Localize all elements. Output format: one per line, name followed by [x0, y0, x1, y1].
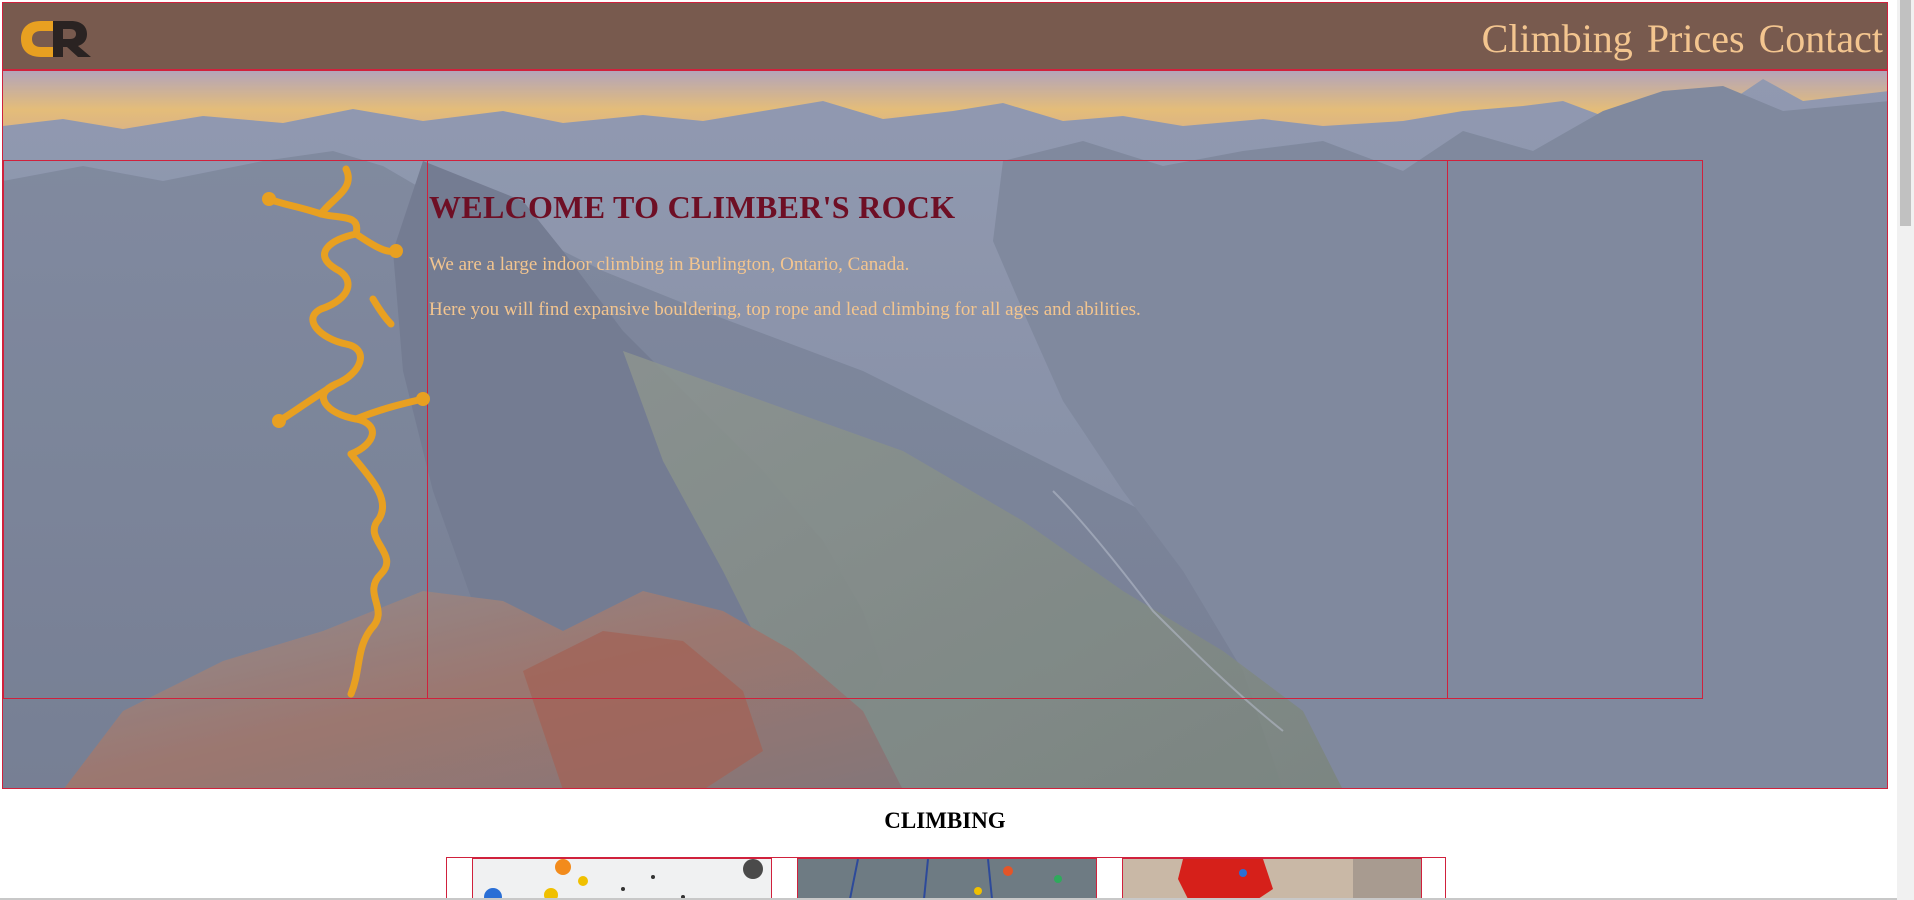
- nav-link-climbing[interactable]: Climbing: [1482, 15, 1633, 63]
- welcome-heading: WELCOME TO CLIMBER'S ROCK: [429, 189, 956, 225]
- climber-illustration: [262, 165, 430, 698]
- climbers-rock-logo[interactable]: [19, 17, 99, 61]
- page: Climbing Prices Contact WELCOME TO CLIMB…: [0, 0, 1914, 900]
- hero-text-frame: [427, 160, 1448, 699]
- hero-intro-text: We are a large indoor climbing in Burlin…: [429, 254, 910, 275]
- site-header: Climbing Prices Contact: [2, 2, 1888, 70]
- climbing-gallery: [446, 857, 1446, 900]
- scrollbar-thumb[interactable]: [1900, 0, 1911, 226]
- climbing-section-title: CLIMBING: [884, 808, 1006, 833]
- lead-climbing-wall-image[interactable]: [1122, 858, 1422, 900]
- top-rope-wall-image[interactable]: [797, 858, 1097, 900]
- nav-link-prices[interactable]: Prices: [1647, 15, 1745, 63]
- page-scrollbar[interactable]: [1897, 0, 1914, 900]
- nav-link-contact[interactable]: Contact: [1759, 15, 1883, 63]
- hero-section: WELCOME TO CLIMBER'S ROCK We are a large…: [2, 70, 1888, 789]
- bouldering-wall-image[interactable]: [472, 858, 772, 900]
- hero-description-text: Here you will find expansive bouldering,…: [429, 299, 1141, 320]
- main-nav: Climbing Prices Contact: [1482, 15, 1883, 63]
